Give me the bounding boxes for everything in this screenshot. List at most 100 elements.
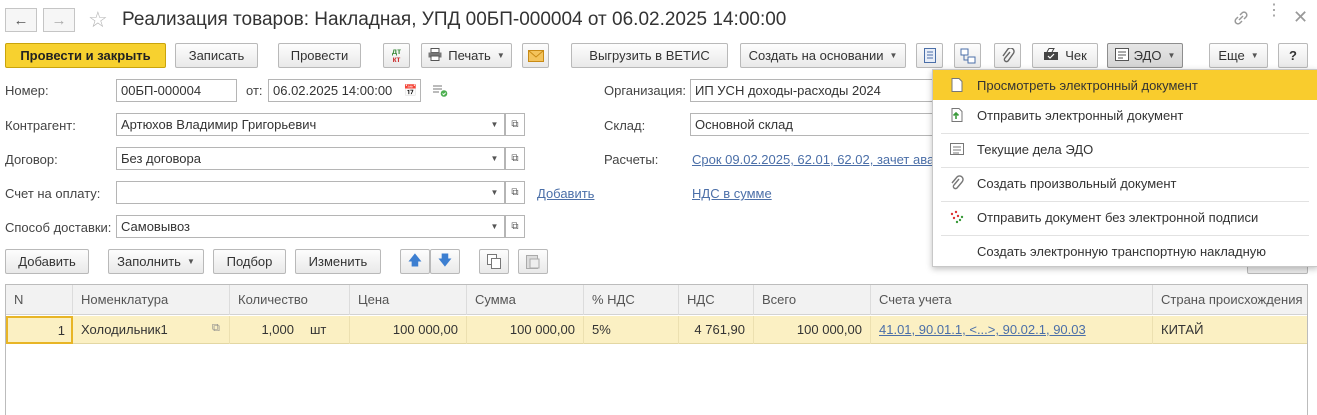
create-based-on-button[interactable]: Создать на основании ▼ [740, 43, 906, 68]
open-contract-icon[interactable]: ⧉ [505, 147, 525, 170]
header-vat-rate[interactable]: % НДС [584, 285, 679, 315]
export-vetis-button[interactable]: Выгрузить в ВЕТИС [571, 43, 728, 68]
counterparty-field[interactable]: Артюхов Владимир Григорьевич ▼ [116, 113, 505, 136]
receipt-button[interactable]: Чек [1032, 43, 1098, 68]
document-icon [949, 77, 965, 93]
settlements-link[interactable]: Срок 09.02.2025, 62.01, 62.02, зачет ава [692, 152, 933, 167]
receipt-label: Чек [1065, 48, 1087, 63]
chevron-down-icon: ▼ [496, 51, 505, 60]
history-icon[interactable] [433, 85, 448, 100]
more-menu-icon[interactable]: ⋮ [1266, 3, 1282, 19]
print-button[interactable]: Печать ▼ [421, 43, 512, 68]
help-button[interactable]: ? [1278, 43, 1308, 68]
contract-value: Без договора [121, 151, 201, 166]
org-field[interactable]: ИП УСН доходы-расходы 2024 [690, 79, 935, 102]
vat-link[interactable]: НДС в сумме [692, 186, 772, 201]
header-item[interactable]: Номенклатура [73, 285, 230, 315]
cell-total[interactable]: 100 000,00 [754, 316, 871, 344]
attachments-button[interactable] [994, 43, 1021, 68]
chevron-down-icon[interactable]: ▼ [484, 216, 504, 237]
cell-vat[interactable]: 4 761,90 [679, 316, 754, 344]
header-country[interactable]: Страна происхождения [1153, 285, 1309, 315]
save-label: Записать [188, 48, 245, 63]
menu-item-label: Создать электронную транспортную накладн… [977, 243, 1267, 259]
add-invoice-link[interactable]: Добавить [537, 186, 594, 201]
cell-quantity[interactable]: 1,000 [230, 316, 302, 344]
header-n[interactable]: N [6, 285, 73, 315]
chevron-down-icon[interactable]: ▼ [484, 114, 504, 135]
list-icon [949, 141, 965, 157]
header-accounts[interactable]: Счета учета [871, 285, 1153, 315]
close-icon[interactable]: ✕ [1293, 7, 1308, 28]
header-total[interactable]: Всего [754, 285, 871, 315]
open-delivery-icon[interactable]: ⧉ [505, 215, 525, 238]
window-title: Реализация товаров: Накладная, УПД 00БП-… [122, 9, 787, 30]
cell-vat-rate[interactable]: 5% [584, 316, 679, 344]
calendar-icon[interactable]: 📅 [400, 80, 420, 101]
link-icon[interactable] [1232, 9, 1250, 27]
accounts-link[interactable]: 41.01, 90.01.1, <...>, 90.02.1, 90.03 [879, 322, 1086, 337]
copy-icon [487, 254, 501, 269]
table-row[interactable]: 1 Холодильник1 ⧉ 1,000 шт 100 000,00 100… [6, 316, 1307, 344]
kt-label: кт [392, 54, 401, 64]
more-label: Еще [1218, 48, 1245, 63]
chevron-down-icon[interactable]: ▼ [484, 148, 504, 169]
menu-item-create-transport-waybill[interactable]: Создать электронную транспортную накладн… [933, 236, 1317, 266]
chevron-down-icon: ▼ [1250, 51, 1259, 60]
dt-kt-button[interactable]: дт кт [383, 43, 410, 68]
move-down-button[interactable]: 🡇 [430, 249, 460, 274]
edo-button[interactable]: ЭДО ▼ [1107, 43, 1183, 68]
menu-item-edo-tasks[interactable]: Текущие дела ЭДО [933, 134, 1317, 164]
open-invoice-icon[interactable]: ⧉ [505, 181, 525, 204]
date-field[interactable]: 06.02.2025 14:00:00 📅 [268, 79, 421, 102]
open-counterparty-icon[interactable]: ⧉ [505, 113, 525, 136]
header-vat[interactable]: НДС [679, 285, 754, 315]
copy-row-button[interactable] [479, 249, 509, 274]
chevron-down-icon: ▼ [186, 257, 195, 266]
invoice-field[interactable]: ▼ [116, 181, 505, 204]
send-document-icon [949, 107, 965, 123]
menu-item-send-edoc[interactable]: Отправить электронный документ [933, 100, 1317, 130]
back-button[interactable]: ← [5, 8, 37, 32]
favorite-star-icon[interactable]: ☆ [88, 7, 108, 33]
delivery-field[interactable]: Самовывоз ▼ [116, 215, 505, 238]
chevron-down-icon[interactable]: ▼ [484, 182, 504, 203]
number-field[interactable]: 00БП-000004 [116, 79, 237, 102]
email-button[interactable] [522, 43, 549, 68]
cell-accounts[interactable]: 41.01, 90.01.1, <...>, 90.02.1, 90.03 [871, 316, 1153, 344]
item-select-icon[interactable]: ⧉ [210, 316, 230, 344]
menu-item-send-without-signature[interactable]: Отправить документ без электронной подпи… [933, 202, 1317, 232]
cell-unit[interactable]: шт [302, 316, 350, 344]
move-up-button[interactable]: 🡅 [400, 249, 430, 274]
post-button[interactable]: Провести [278, 43, 361, 68]
paste-button[interactable] [518, 249, 548, 274]
date-value: 06.02.2025 14:00:00 [273, 83, 393, 98]
edo-icon [1114, 47, 1129, 64]
post-and-close-button[interactable]: Провести и закрыть [5, 43, 166, 68]
menu-item-label: Текущие дела ЭДО [977, 141, 1094, 157]
change-button[interactable]: Изменить [295, 249, 381, 274]
goods-table: N Номенклатура Количество Цена Сумма % Н… [5, 284, 1308, 415]
invoice-label: Счет на оплату: [5, 186, 101, 201]
add-row-button[interactable]: Добавить [5, 249, 89, 274]
header-price[interactable]: Цена [350, 285, 467, 315]
select-button[interactable]: Подбор [213, 249, 286, 274]
cell-item[interactable]: Холодильник1 [73, 316, 210, 344]
cell-sum[interactable]: 100 000,00 [467, 316, 584, 344]
document-list-icon [923, 48, 936, 63]
warehouse-field[interactable]: Основной склад [690, 113, 935, 136]
fill-button[interactable]: Заполнить ▼ [108, 249, 204, 274]
forward-button[interactable]: → [43, 8, 75, 32]
more-button[interactable]: Еще ▼ [1209, 43, 1268, 68]
header-quantity[interactable]: Количество [230, 285, 350, 315]
cell-price[interactable]: 100 000,00 [350, 316, 467, 344]
menu-item-view-edoc[interactable]: Просмотреть электронный документ [933, 70, 1317, 100]
contract-field[interactable]: Без договора ▼ [116, 147, 505, 170]
menu-item-create-custom-doc[interactable]: Создать произвольный документ [933, 168, 1317, 198]
cell-country[interactable]: КИТАЙ [1153, 316, 1309, 344]
structure-button[interactable] [916, 43, 943, 68]
header-sum[interactable]: Сумма [467, 285, 584, 315]
cell-n[interactable]: 1 [6, 316, 73, 344]
save-button[interactable]: Записать [175, 43, 258, 68]
related-docs-button[interactable] [954, 43, 981, 68]
